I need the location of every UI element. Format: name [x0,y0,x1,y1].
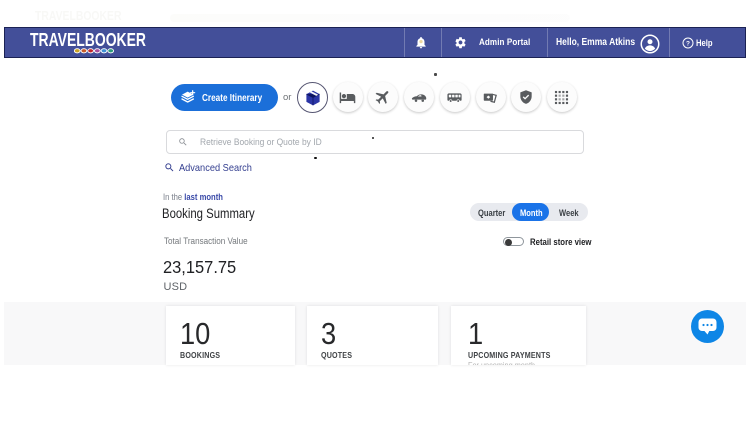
svg-text:?: ? [686,41,690,48]
